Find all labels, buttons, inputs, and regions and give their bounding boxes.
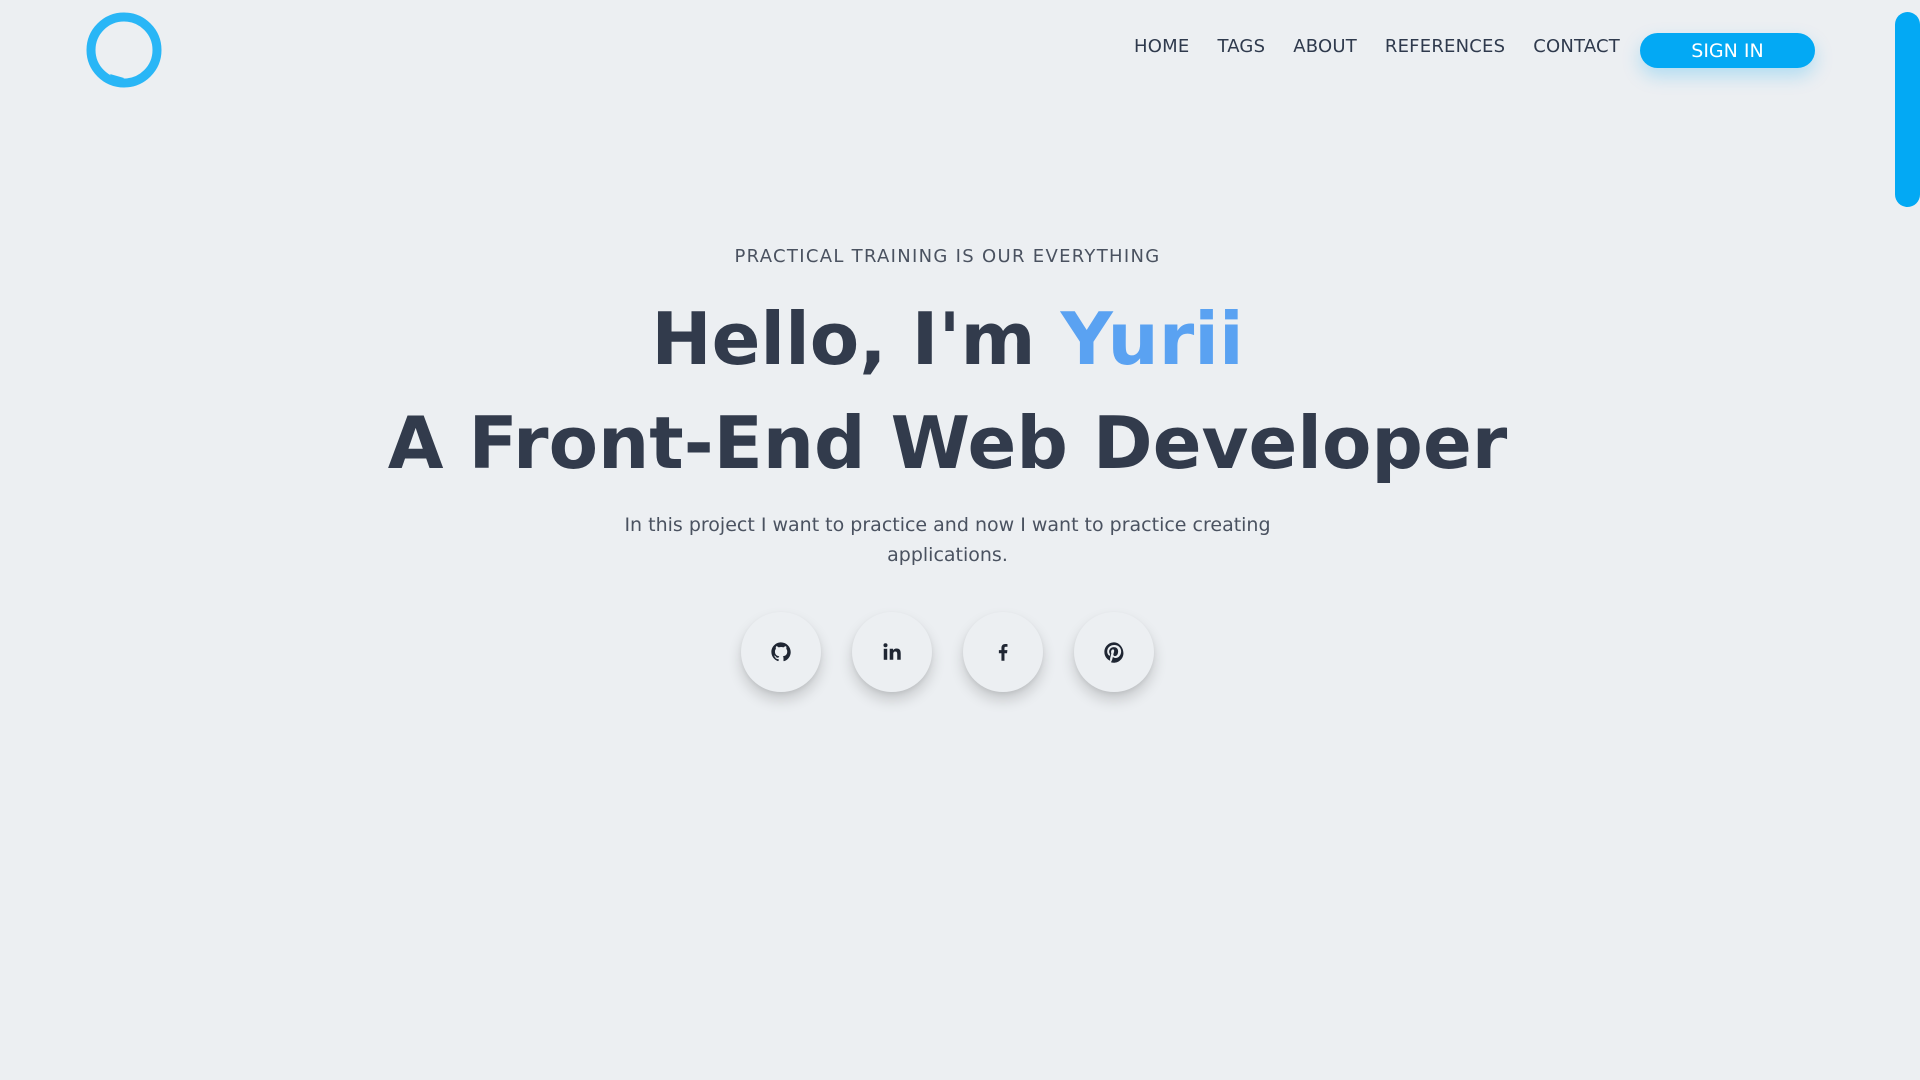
social-links — [0, 612, 1895, 692]
hero-description: In this project I want to practice and n… — [624, 514, 1271, 566]
github-icon — [771, 642, 791, 662]
github-link[interactable] — [741, 612, 821, 692]
nav-references[interactable]: REFERENCES — [1385, 36, 1505, 57]
linkedin-icon — [883, 643, 901, 660]
nav-contact[interactable]: CONTACT — [1533, 36, 1620, 57]
hero-section: PRACTICAL TRAINING IS OUR EVERYTHING Hel… — [0, 246, 1895, 692]
nav-about[interactable]: ABOUT — [1293, 36, 1357, 57]
scrollbar-thumb[interactable] — [1895, 12, 1920, 207]
pinterest-icon — [1104, 642, 1124, 663]
facebook-link[interactable] — [963, 612, 1043, 692]
facebook-icon — [998, 644, 1008, 661]
name-highlight: Yurii — [1060, 297, 1244, 381]
greeting-text: Hello, I'm — [651, 297, 1061, 381]
hero-eyebrow: PRACTICAL TRAINING IS OUR EVERYTHING — [734, 246, 1161, 267]
hero-title-heading: A Front-End Web Developer — [387, 401, 1508, 485]
hero-greeting-heading: Hello, I'm Yurii — [0, 294, 1895, 384]
linkedin-link[interactable] — [852, 612, 932, 692]
sign-in-button[interactable]: SIGN IN — [1640, 33, 1815, 68]
nav-home[interactable]: HOME — [1134, 36, 1189, 57]
nav-tags[interactable]: TAGS — [1217, 36, 1265, 57]
page: HOME TAGS ABOUT REFERENCES CONTACT SIGN … — [0, 0, 1920, 1080]
pinterest-link[interactable] — [1074, 612, 1154, 692]
main-nav: HOME TAGS ABOUT REFERENCES CONTACT — [1134, 36, 1620, 57]
logo-icon[interactable] — [86, 12, 162, 88]
